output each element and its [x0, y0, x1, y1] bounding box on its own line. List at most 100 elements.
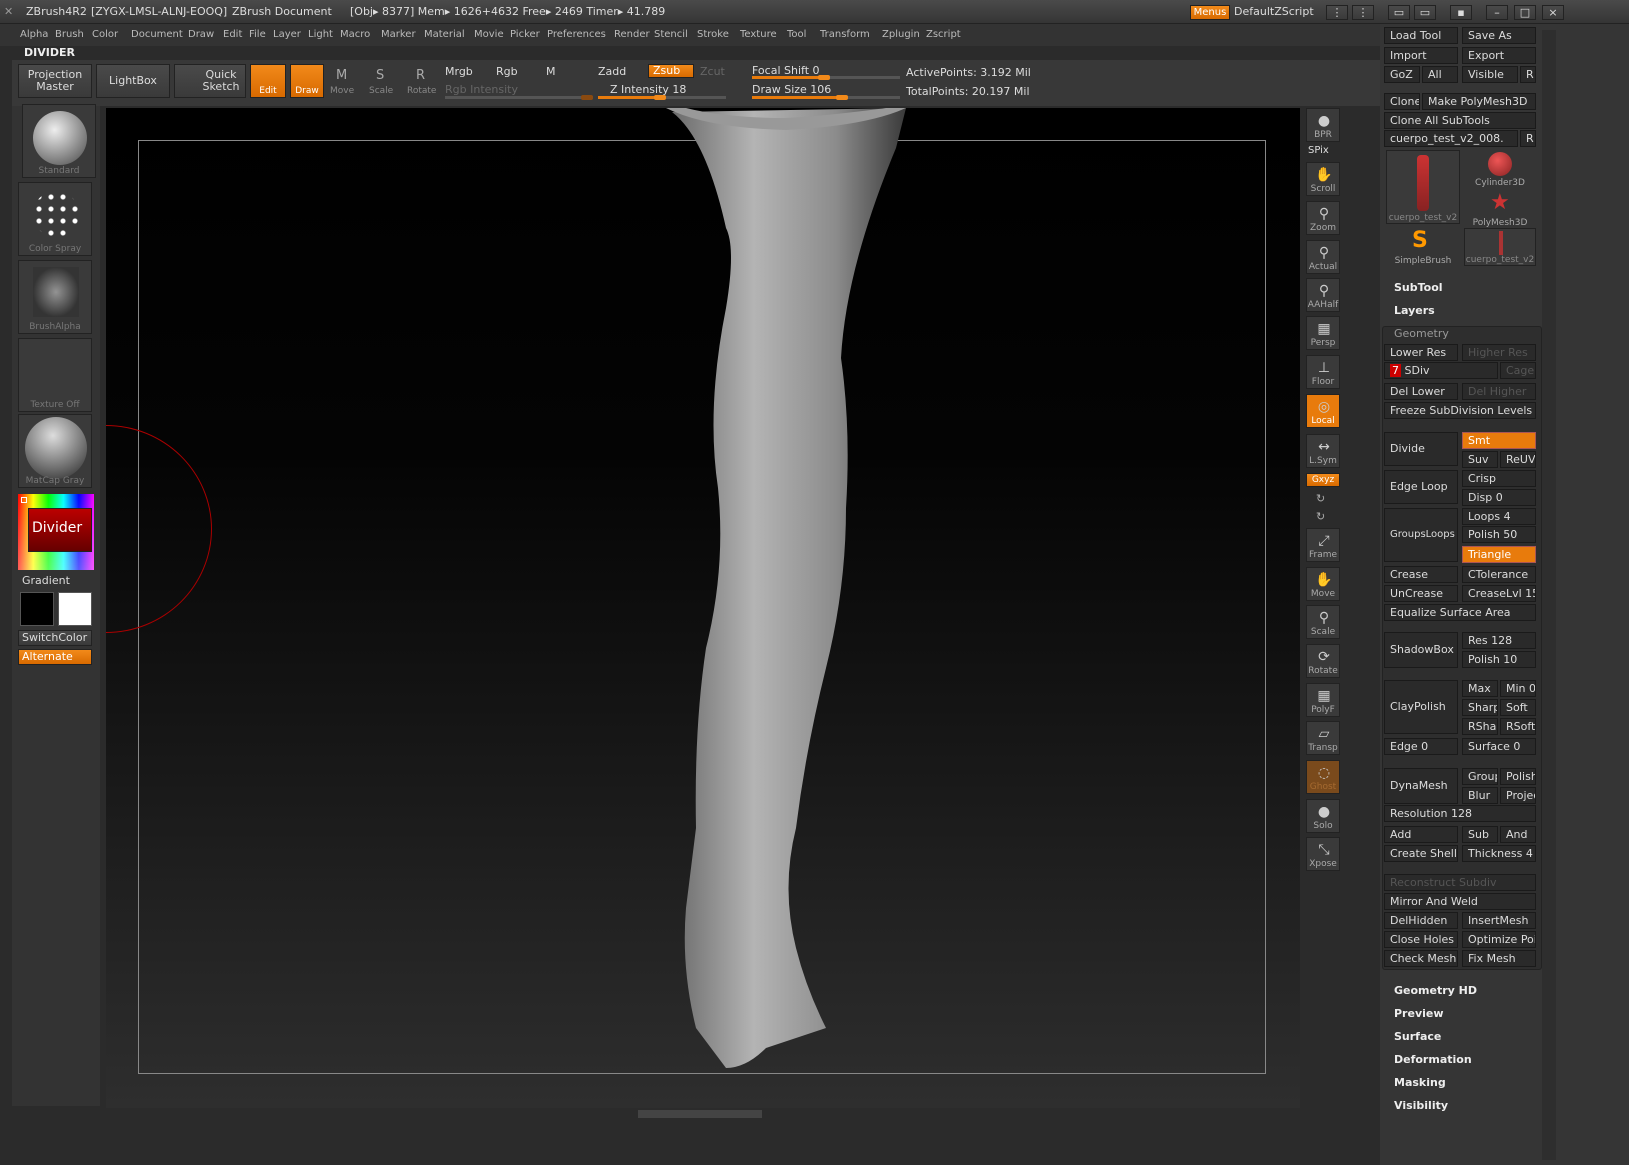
resolution-slider[interactable]: Resolution 128: [1384, 805, 1536, 822]
tool-thumb-cuerpo2[interactable]: cuerpo_test_v2: [1464, 228, 1536, 266]
menu-preferences[interactable]: Preferences: [547, 29, 606, 40]
rotate-button[interactable]: Rotate: [407, 86, 436, 96]
preview-section[interactable]: Preview: [1394, 1007, 1444, 1020]
window-icon[interactable]: ▭: [1388, 5, 1410, 20]
min-slider[interactable]: Min 0: [1500, 680, 1536, 697]
projection-master-button[interactable]: Projection Master: [18, 64, 92, 98]
rgb-intensity-track[interactable]: [445, 95, 593, 100]
max-slider[interactable]: Max: [1462, 680, 1498, 697]
ctolerance-slider[interactable]: CTolerance: [1462, 566, 1536, 583]
equalize-surface-button[interactable]: Equalize Surface Area: [1384, 604, 1536, 621]
delhidden-button[interactable]: DelHidden: [1384, 912, 1458, 929]
optimize-points-button[interactable]: Optimize Poi: [1462, 931, 1536, 948]
minimize-icon[interactable]: –: [1486, 5, 1508, 20]
deformation-section[interactable]: Deformation: [1394, 1053, 1472, 1066]
visible-button[interactable]: Visible: [1462, 66, 1518, 83]
maximize-icon[interactable]: □: [1514, 5, 1536, 20]
fix-mesh-button[interactable]: Fix Mesh: [1462, 950, 1536, 967]
soft-slider[interactable]: Soft: [1500, 699, 1536, 716]
sdiv-slider[interactable]: 7 SDiv: [1384, 362, 1498, 379]
goz-button[interactable]: GoZ: [1384, 66, 1420, 83]
ghost-button[interactable]: ◌ Ghost: [1306, 760, 1340, 794]
menu-transform[interactable]: Transform: [820, 29, 870, 40]
clone-all-subtools-button[interactable]: Clone All SubTools: [1384, 112, 1536, 129]
switchcolor-button[interactable]: SwitchColor: [18, 630, 92, 646]
texture-thumbnail[interactable]: Texture Off: [18, 338, 92, 412]
draw-size-track[interactable]: [752, 95, 900, 100]
surface-slider[interactable]: Surface 0: [1462, 738, 1536, 755]
move-view-button[interactable]: ✋ Move: [1306, 567, 1340, 601]
canvas-scroll-handle[interactable]: [638, 1110, 762, 1118]
sharp-slider[interactable]: Sharp: [1462, 699, 1498, 716]
local-button[interactable]: ◎ Local: [1306, 394, 1340, 428]
mirror-weld-button[interactable]: Mirror And Weld: [1384, 893, 1536, 910]
layout2-icon[interactable]: ⋮: [1352, 5, 1374, 20]
sub-button[interactable]: Sub: [1462, 826, 1498, 843]
rsoft-slider[interactable]: RSoft: [1500, 718, 1536, 735]
dynamesh-polish-toggle[interactable]: Polish: [1500, 768, 1536, 785]
primary-color-swatch[interactable]: [20, 592, 54, 626]
tool-thumb-simplebrush[interactable]: S SimpleBrush: [1386, 228, 1460, 266]
window2-icon[interactable]: ▭: [1414, 5, 1436, 20]
goz-r-button[interactable]: R: [1520, 66, 1536, 83]
import-button[interactable]: Import: [1384, 47, 1458, 64]
actual-button[interactable]: ⚲ Actual: [1306, 240, 1340, 274]
layers-section[interactable]: Layers: [1394, 304, 1435, 317]
zcut-button[interactable]: Zcut: [700, 65, 725, 78]
menu-color[interactable]: Color: [92, 29, 118, 40]
and-button[interactable]: And: [1500, 826, 1536, 843]
persp-button[interactable]: ▦ Persp: [1306, 316, 1340, 350]
close-holes-button[interactable]: Close Holes: [1384, 931, 1458, 948]
zadd-button[interactable]: Zadd: [598, 65, 626, 78]
z-intensity-slider[interactable]: Z Intensity 18: [610, 83, 686, 96]
make-polymesh-button[interactable]: Make PolyMesh3D: [1422, 93, 1536, 110]
shadowbox-button[interactable]: ShadowBox: [1384, 632, 1458, 668]
m-button[interactable]: M: [546, 65, 556, 78]
add-button[interactable]: Add: [1384, 826, 1458, 843]
suv-toggle[interactable]: Suv: [1462, 451, 1498, 468]
clone-button[interactable]: Clone: [1384, 93, 1420, 110]
alpha-thumbnail[interactable]: BrushAlpha: [18, 260, 92, 334]
transp-button[interactable]: ▱ Transp: [1306, 721, 1340, 755]
dynamesh-project-toggle[interactable]: Projec: [1500, 787, 1536, 804]
menu-tool[interactable]: Tool: [787, 29, 806, 40]
shadowbox-polish-slider[interactable]: Polish 10: [1462, 651, 1536, 668]
edge-slider[interactable]: Edge 0: [1384, 738, 1458, 755]
tool-thumb-cylinder[interactable]: Cylinder3D: [1464, 150, 1536, 188]
lightbox-button[interactable]: LightBox: [96, 64, 170, 98]
solo-button[interactable]: ● Solo: [1306, 799, 1340, 833]
menu-macro[interactable]: Macro: [340, 29, 370, 40]
brush-thumbnail[interactable]: Standard: [22, 104, 96, 178]
arm-model[interactable]: [106, 108, 1300, 1108]
rgb-button[interactable]: Rgb: [496, 65, 518, 78]
close-icon[interactable]: ×: [1542, 5, 1564, 20]
masking-section[interactable]: Masking: [1394, 1076, 1446, 1089]
create-shell-button[interactable]: Create Shell: [1384, 845, 1458, 862]
del-lower-button[interactable]: Del Lower: [1384, 383, 1458, 400]
groupsloops-button[interactable]: GroupsLoops: [1384, 508, 1458, 562]
draw-size-slider[interactable]: Draw Size 106: [752, 83, 831, 96]
menu-stencil[interactable]: Stencil: [654, 29, 688, 40]
uncrease-button[interactable]: UnCrease: [1384, 585, 1458, 602]
subtool-section[interactable]: SubTool: [1394, 281, 1443, 294]
reconstruct-subdiv-button[interactable]: Reconstruct Subdiv: [1384, 874, 1536, 891]
scale-view-button[interactable]: ⚲ Scale: [1306, 605, 1340, 639]
current-tool-r-button[interactable]: R: [1520, 130, 1536, 147]
menu-zplugin[interactable]: Zplugin: [882, 29, 920, 40]
visibility-section[interactable]: Visibility: [1394, 1099, 1448, 1112]
draw-button[interactable]: Draw: [290, 64, 324, 98]
crisp-toggle[interactable]: Crisp: [1462, 470, 1536, 487]
scale-button[interactable]: Scale: [369, 86, 393, 96]
menu-movie[interactable]: Movie: [474, 29, 504, 40]
stroke-thumbnail[interactable]: Color Spray: [18, 182, 92, 256]
z-intensity-track[interactable]: [598, 95, 726, 100]
tool-thumb-polymesh[interactable]: ★ PolyMesh3D: [1464, 190, 1536, 228]
current-tool-slider[interactable]: cuerpo_test_v2_008.: [1384, 130, 1518, 147]
menu-marker[interactable]: Marker: [381, 29, 416, 40]
zsub-button[interactable]: Zsub: [648, 64, 694, 78]
dynamesh-blur-slider[interactable]: Blur: [1462, 787, 1498, 804]
menu-render[interactable]: Render: [614, 29, 650, 40]
freeze-subdiv-button[interactable]: Freeze SubDivision Levels: [1384, 402, 1536, 419]
rotate-y-icon[interactable]: ↻: [1316, 492, 1325, 505]
menu-layer[interactable]: Layer: [273, 29, 301, 40]
